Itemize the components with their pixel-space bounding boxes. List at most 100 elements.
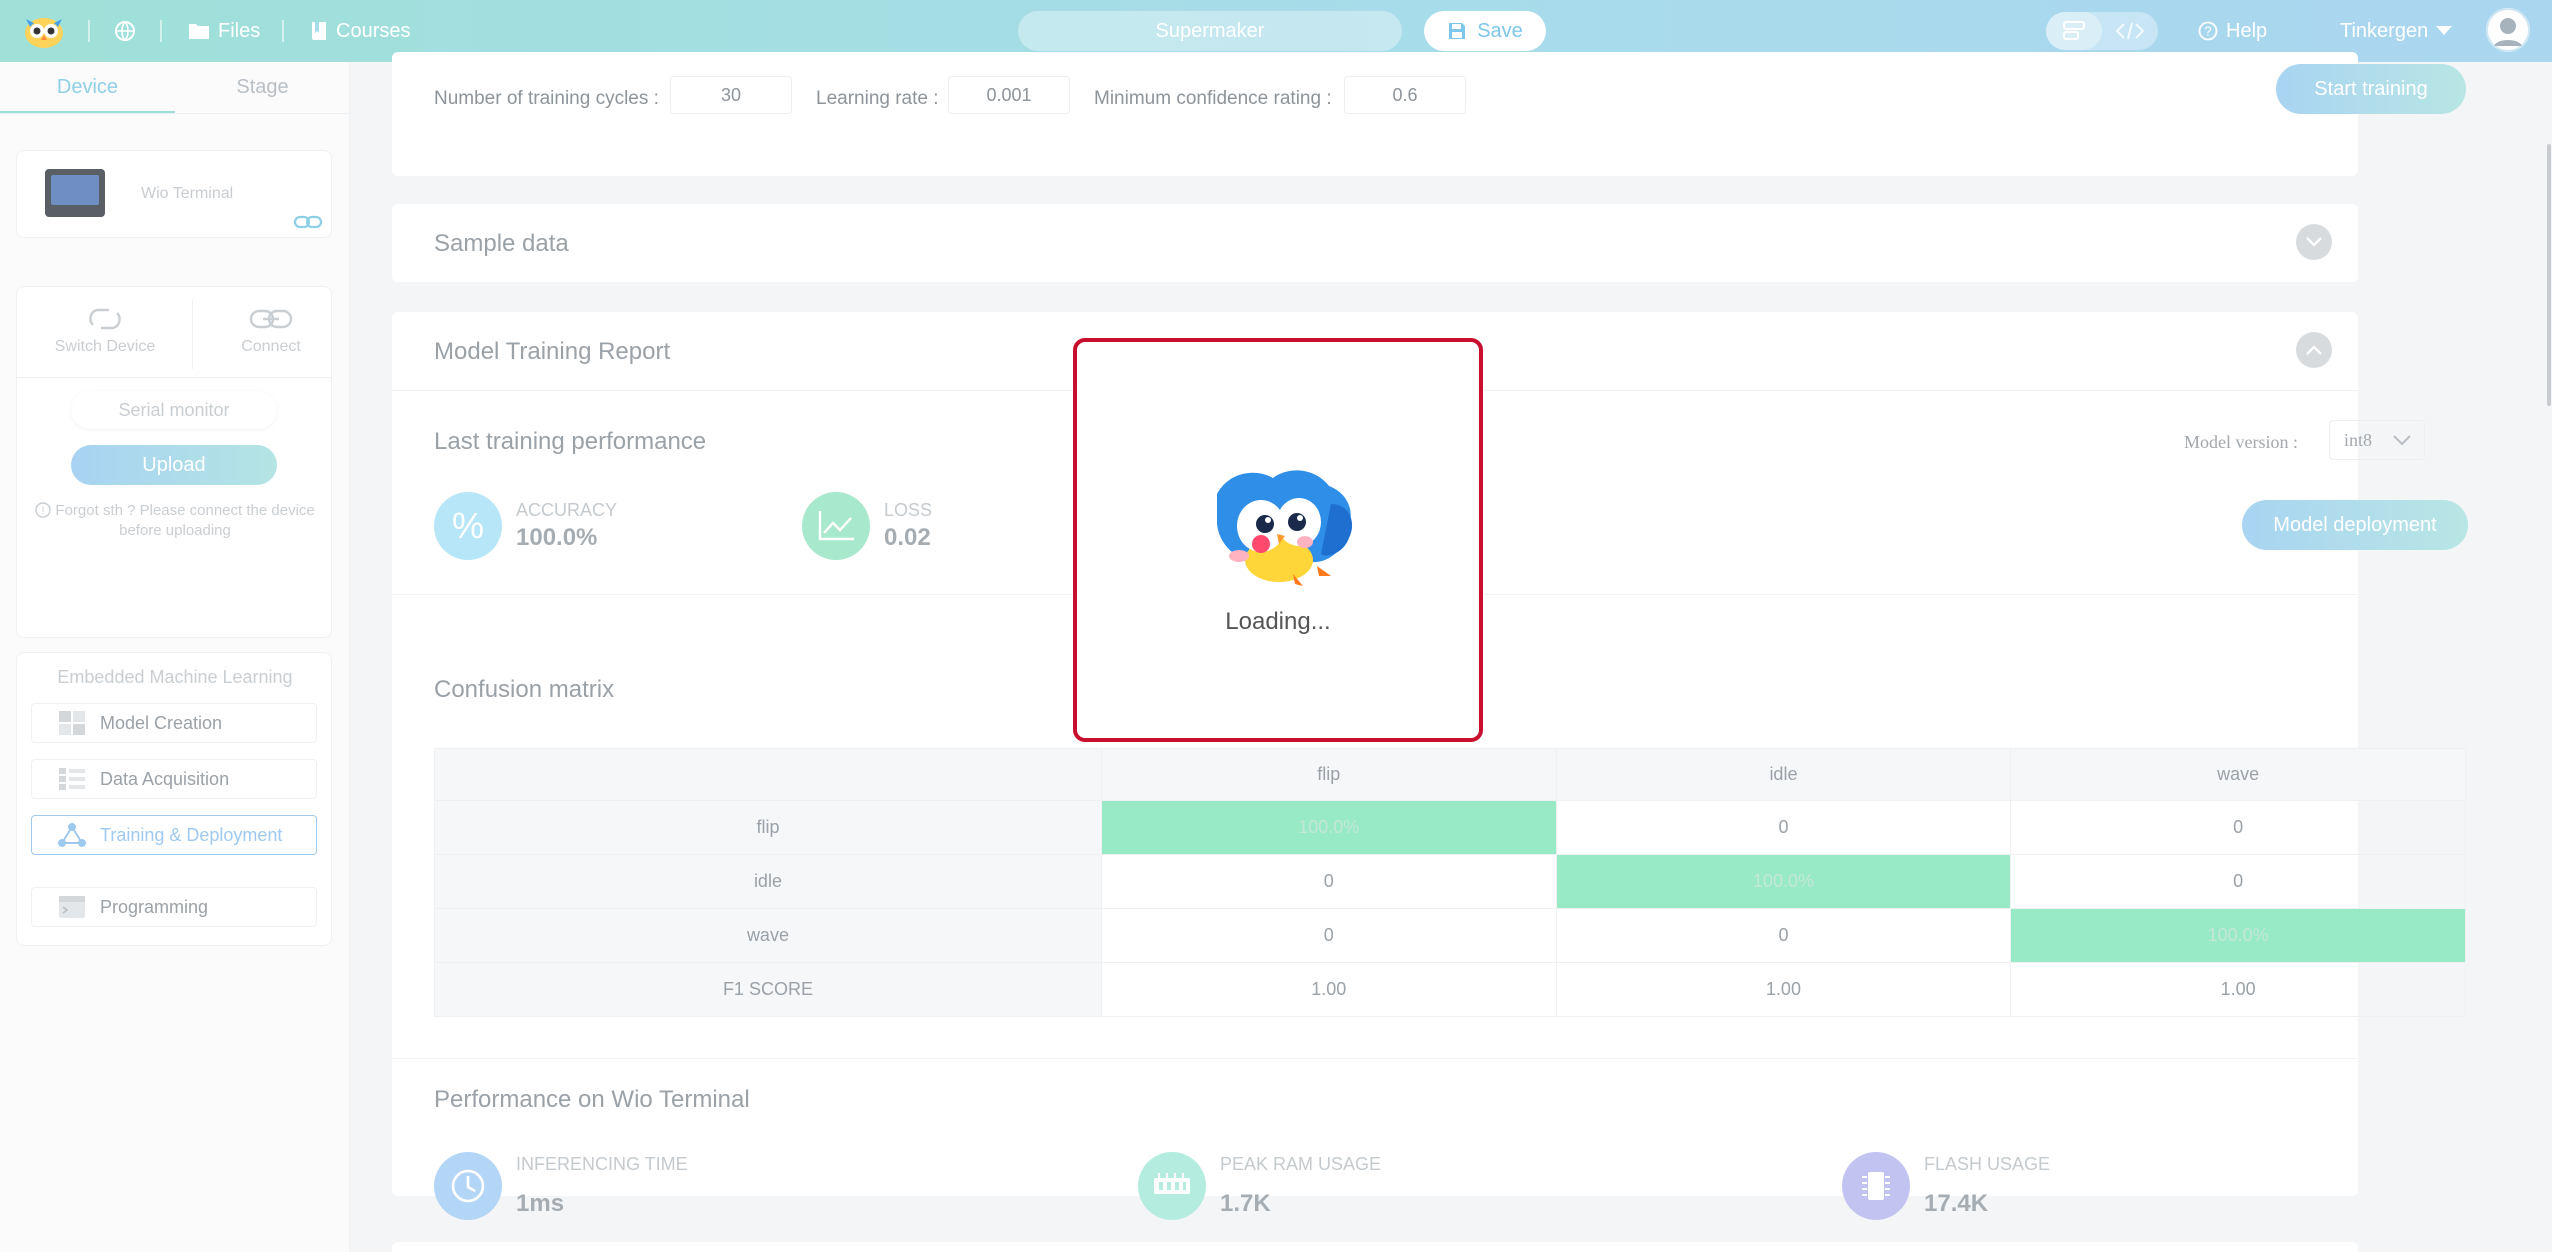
upload-hint: ! Forgot sth ? Please connect the device… xyxy=(17,501,333,541)
table-row: wave 0 0 100.0% xyxy=(434,908,2466,963)
ml-menu-card: Embedded Machine Learning Model Creation… xyxy=(16,652,332,946)
learning-rate-input[interactable]: 0.001 xyxy=(948,76,1070,114)
tab-device[interactable]: Device xyxy=(0,62,175,113)
f1-score-cell: 1.00 xyxy=(1555,962,2012,1017)
peak-ram-value: 1.7K xyxy=(1220,1190,1271,1217)
sidebar-item-model-creation[interactable]: Model Creation xyxy=(31,703,317,743)
table-row: idle 0 100.0% 0 xyxy=(434,854,2466,909)
globe-icon xyxy=(115,21,135,41)
chevron-down-icon xyxy=(2306,237,2322,247)
last-performance-title: Last training performance xyxy=(434,428,707,455)
chevron-up-icon xyxy=(2306,345,2322,355)
ml-section-title: Embedded Machine Learning xyxy=(57,667,293,687)
link-icon[interactable] xyxy=(293,213,323,231)
svg-text:!: ! xyxy=(42,505,45,517)
svg-text:%: % xyxy=(452,506,484,546)
avatar[interactable] xyxy=(2486,8,2530,52)
confidence-input[interactable]: 0.6 xyxy=(1344,76,1466,114)
device-image xyxy=(45,169,105,217)
matrix-cell: 0 xyxy=(2010,800,2466,855)
memory-icon xyxy=(1154,1173,1190,1194)
accuracy-value: 100.0% xyxy=(516,524,598,551)
inferencing-time-label: INFERENCING TIME xyxy=(516,1154,688,1174)
flash-usage-label: FLASH USAGE xyxy=(1924,1154,2051,1174)
switch-icon xyxy=(89,308,121,330)
blocks-icon xyxy=(2063,21,2085,40)
learning-rate-label: Learning rate : xyxy=(816,88,939,109)
device-name: Wio Terminal xyxy=(141,185,234,202)
next-panel xyxy=(392,1242,2358,1252)
sample-data-panel[interactable]: Sample data xyxy=(392,204,2358,282)
expand-button[interactable] xyxy=(2296,224,2332,260)
cycles-label: Number of training cycles : xyxy=(434,88,659,109)
sidebar-tabs: Device Stage xyxy=(0,62,350,114)
files-label: Files xyxy=(218,19,261,42)
project-name-input[interactable]: Supermaker xyxy=(1018,11,1402,51)
f1-score-cell: 1.00 xyxy=(1100,962,1557,1017)
sidebar-item-label: Model Creation xyxy=(100,712,223,733)
inferencing-time-value: 1ms xyxy=(516,1190,565,1217)
svg-text:?: ? xyxy=(2204,24,2211,39)
matrix-cell: 0 xyxy=(1100,908,1557,963)
divider xyxy=(17,377,333,378)
book-icon xyxy=(312,22,326,40)
peak-ram-badge xyxy=(1138,1152,1206,1220)
owl-logo-icon[interactable] xyxy=(24,13,64,49)
grid-icon xyxy=(59,711,85,735)
separator xyxy=(282,20,284,42)
loss-badge xyxy=(802,492,870,560)
device-card[interactable]: Wio Terminal xyxy=(16,150,332,238)
sample-data-title: Sample data xyxy=(434,230,569,257)
model-version-select[interactable]: int8 xyxy=(2329,420,2425,460)
upload-button[interactable]: Upload xyxy=(71,445,277,485)
files-menu[interactable]: Files xyxy=(188,0,260,62)
editor-mode-toggle[interactable] xyxy=(2046,12,2158,50)
row-label: flip xyxy=(434,800,1102,855)
start-training-button[interactable]: Start training xyxy=(2276,64,2466,114)
user-menu[interactable]: Tinkergen xyxy=(2340,0,2453,62)
table-row: flip 100.0% 0 0 xyxy=(434,800,2466,855)
matrix-cell: 0 xyxy=(1555,908,2012,963)
switch-device-button[interactable]: Switch Device xyxy=(27,305,183,356)
sidebar-item-label: Training & Deployment xyxy=(100,824,283,845)
accuracy-label: ACCURACY xyxy=(516,500,618,520)
sidebar-item-data-acquisition[interactable]: Data Acquisition xyxy=(31,759,317,799)
sidebar-item-training-deployment[interactable]: Training & Deployment xyxy=(31,815,317,855)
cycles-input[interactable]: 30 xyxy=(670,76,792,114)
collapse-button[interactable] xyxy=(2296,332,2332,368)
caret-down-icon xyxy=(2436,26,2453,35)
device-performance-title: Performance on Wio Terminal xyxy=(434,1086,750,1113)
table-header-cell: flip xyxy=(1100,748,1557,801)
user-name: Tinkergen xyxy=(2340,19,2429,42)
sidebar-item-programming[interactable]: Programming xyxy=(31,887,317,927)
network-icon xyxy=(58,823,86,847)
connect-button[interactable]: Connect xyxy=(193,305,349,356)
clock-icon xyxy=(451,1169,485,1203)
scrollbar[interactable] xyxy=(2547,144,2551,406)
blocks-mode-button[interactable] xyxy=(2046,12,2102,50)
user-avatar-icon xyxy=(2486,8,2530,52)
loss-value: 0.02 xyxy=(884,524,931,551)
divider xyxy=(392,1058,2358,1059)
flash-usage-value: 17.4K xyxy=(1924,1190,1989,1217)
help-icon: ? xyxy=(2198,21,2218,41)
sidebar-item-label: Programming xyxy=(100,896,209,917)
matrix-cell: 0 xyxy=(1100,854,1557,909)
serial-monitor-button[interactable]: Serial monitor xyxy=(71,391,277,429)
terminal-icon xyxy=(59,896,85,918)
tab-stage[interactable]: Stage xyxy=(175,62,350,113)
model-version-value: int8 xyxy=(2344,430,2373,450)
trend-chart-icon xyxy=(818,511,854,541)
language-button[interactable] xyxy=(114,0,136,62)
connect-label: Connect xyxy=(241,338,301,355)
save-button[interactable]: Save xyxy=(1424,11,1546,51)
confusion-matrix-title: Confusion matrix xyxy=(434,676,615,703)
loss-label: LOSS xyxy=(884,500,933,520)
code-mode-button[interactable] xyxy=(2102,12,2158,50)
table-header-cell xyxy=(434,748,1102,801)
inferencing-time-badge xyxy=(434,1152,502,1220)
row-label: idle xyxy=(434,854,1102,909)
loading-dialog: Loading... xyxy=(1073,338,1483,742)
percent-icon: % xyxy=(452,506,484,546)
model-deployment-button[interactable]: Model deployment xyxy=(2242,500,2468,550)
